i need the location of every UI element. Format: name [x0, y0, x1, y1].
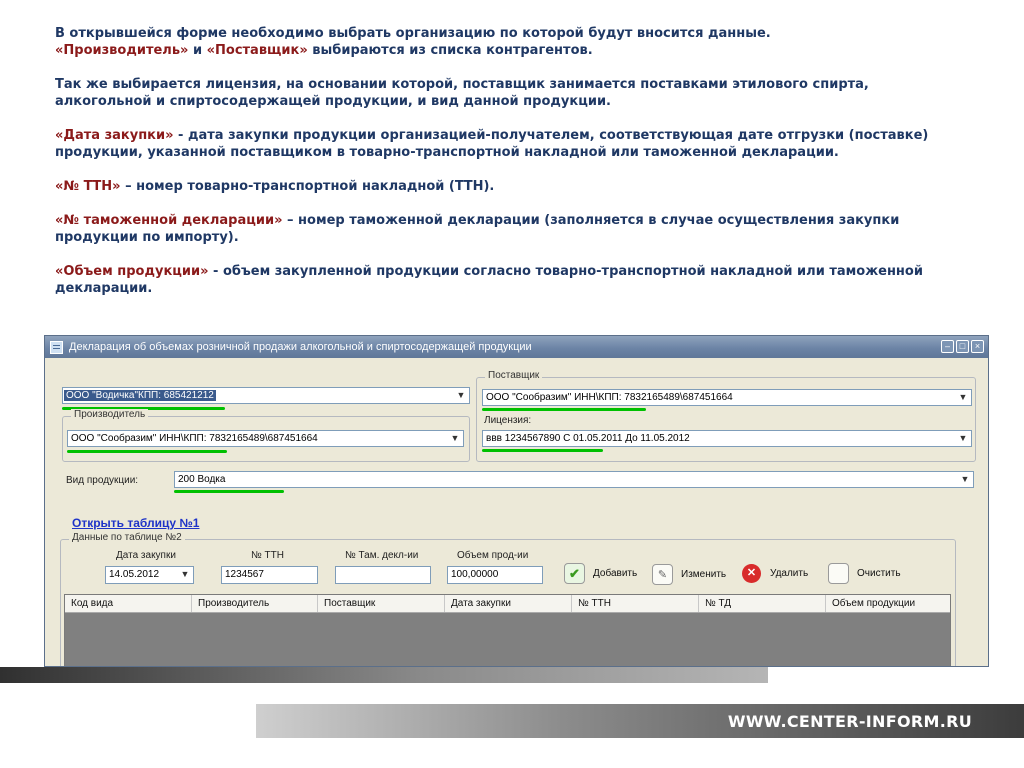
highlight-underline	[482, 408, 646, 411]
product-type-value: 200 Водка	[178, 474, 226, 485]
window-titlebar[interactable]: Декларация об объемах розничной продажи …	[45, 336, 988, 358]
ttn-input[interactable]: 1234567	[221, 566, 318, 584]
producer-legend: Производитель	[71, 409, 149, 420]
add-button-label: Добавить	[593, 568, 638, 579]
declaration-window: Декларация об объемах розничной продажи …	[44, 335, 989, 667]
paragraph-selection: В открывшейся форме необходимо выбрать о…	[55, 25, 965, 59]
organization-select[interactable]: ООО "Водичка"КПП: 685421212 ▼	[62, 387, 470, 404]
supplier-legend: Поставщик	[485, 370, 543, 381]
edit-button-label: Изменить	[681, 569, 727, 580]
term-supplier: «Поставщик»	[206, 43, 308, 58]
purchase-date-label: Дата закупки	[116, 550, 176, 561]
grid-column-header[interactable]: № ТД	[699, 595, 826, 612]
window-content: ООО "Водичка"КПП: 685421212 ▼ Производит…	[45, 358, 988, 666]
chevron-down-icon[interactable]: ▼	[955, 390, 971, 405]
purchase-date-value: 14.05.2012	[109, 569, 160, 580]
footer-bar-left	[0, 667, 768, 683]
ttn-label: № ТТН	[251, 550, 284, 561]
ttn-description: – номер товарно-транспортной накладной (…	[120, 179, 495, 194]
producer-value: ООО "Сообразим" ИНН\КПП: 7832165489\6874…	[71, 433, 318, 444]
customs-input[interactable]	[335, 566, 431, 584]
chevron-down-icon[interactable]: ▼	[453, 388, 469, 403]
edit-button[interactable]: ✎ Изменить	[652, 564, 726, 585]
window-controls: – □ ×	[941, 340, 984, 353]
highlight-underline	[67, 450, 227, 453]
grid-header: Код вида Производитель Поставщик Дата за…	[65, 595, 950, 613]
grid-column-header[interactable]: № ТТН	[572, 595, 699, 612]
conjunction-text: и	[188, 43, 207, 58]
supplier-value: ООО "Сообразим" ИНН\КПП: 7832165489\6874…	[486, 392, 733, 403]
term-customs-declaration: «№ таможенной декларации»	[55, 213, 283, 228]
term-ttn: «№ ТТН»	[55, 179, 121, 194]
highlight-underline	[482, 449, 603, 452]
purchase-date-picker[interactable]: 14.05.2012 ▼	[105, 566, 194, 584]
site-url: WWW.CENTER-INFORM.RU	[727, 712, 972, 731]
supplier-select[interactable]: ООО "Сообразим" ИНН\КПП: 7832165489\6874…	[482, 389, 972, 406]
chevron-down-icon[interactable]: ▼	[177, 567, 193, 583]
customs-label: № Там. декл-ии	[345, 550, 419, 561]
organization-value: ООО "Водичка"КПП: 685421212	[64, 390, 216, 401]
window-app-icon	[50, 340, 63, 354]
producer-select[interactable]: ООО "Сообразим" ИНН\КПП: 7832165489\6874…	[67, 430, 464, 447]
product-type-select[interactable]: 200 Водка ▼	[174, 471, 974, 488]
clear-button[interactable]: Очистить	[828, 563, 901, 584]
table2-legend: Данные по таблице №2	[69, 532, 185, 543]
term-volume: «Объем продукции»	[55, 264, 209, 279]
open-table1-link[interactable]: Открыть таблицу №1	[72, 516, 199, 530]
chevron-down-icon[interactable]: ▼	[447, 431, 463, 446]
delete-button-label: Удалить	[770, 568, 809, 579]
volume-label: Объем прод-ии	[457, 550, 529, 561]
minimize-button[interactable]: –	[941, 340, 954, 353]
product-type-label: Вид продукции:	[66, 475, 139, 486]
license-select[interactable]: ввв 1234567890 С 01.05.2011 До 11.05.201…	[482, 430, 972, 447]
delete-icon: ✕	[741, 563, 762, 584]
paragraph-selection-text: В открывшейся форме необходимо выбрать о…	[55, 26, 771, 41]
selection-rest-text: выбираются из списка контрагентов.	[307, 43, 593, 58]
close-button[interactable]: ×	[971, 340, 984, 353]
delete-button[interactable]: ✕ Удалить	[741, 563, 808, 584]
add-button[interactable]: ✔ Добавить	[564, 563, 637, 584]
window-title: Декларация об объемах розничной продажи …	[69, 341, 532, 353]
grid-column-header[interactable]: Производитель	[192, 595, 318, 612]
grid-column-header[interactable]: Поставщик	[318, 595, 445, 612]
paragraph-purchase-date: «Дата закупки» - дата закупки продукции …	[55, 127, 965, 161]
pencil-icon: ✎	[652, 564, 673, 585]
grid-column-header[interactable]: Объем продукции	[826, 595, 950, 612]
maximize-button[interactable]: □	[956, 340, 969, 353]
volume-input[interactable]: 100,00000	[447, 566, 543, 584]
grid-column-header[interactable]: Дата закупки	[445, 595, 572, 612]
paragraph-license: Так же выбирается лицензия, на основании…	[55, 77, 869, 109]
clear-icon	[828, 563, 849, 584]
license-label: Лицензия:	[484, 415, 532, 426]
term-producer: «Производитель»	[55, 43, 189, 58]
footer-bar-right: WWW.CENTER-INFORM.RU	[256, 704, 1024, 738]
chevron-down-icon[interactable]: ▼	[955, 431, 971, 446]
chevron-down-icon[interactable]: ▼	[957, 472, 973, 487]
highlight-underline	[174, 490, 284, 493]
paragraph-volume: «Объем продукции» - объем закупленной пр…	[55, 263, 965, 297]
table2-grid[interactable]: Код вида Производитель Поставщик Дата за…	[64, 594, 951, 666]
grid-column-header[interactable]: Код вида	[65, 595, 192, 612]
license-value: ввв 1234567890 С 01.05.2011 До 11.05.201…	[486, 433, 690, 444]
paragraph-customs: «№ таможенной декларации» – номер таможе…	[55, 212, 965, 246]
checkmark-icon: ✔	[564, 563, 585, 584]
slide-description: В открывшейся форме необходимо выбрать о…	[55, 25, 965, 314]
purchase-date-description: - дата закупки продукции организацией-по…	[55, 128, 929, 160]
paragraph-ttn: «№ ТТН» – номер товарно-транспортной нак…	[55, 178, 965, 195]
clear-button-label: Очистить	[857, 568, 901, 579]
term-purchase-date: «Дата закупки»	[55, 128, 174, 143]
